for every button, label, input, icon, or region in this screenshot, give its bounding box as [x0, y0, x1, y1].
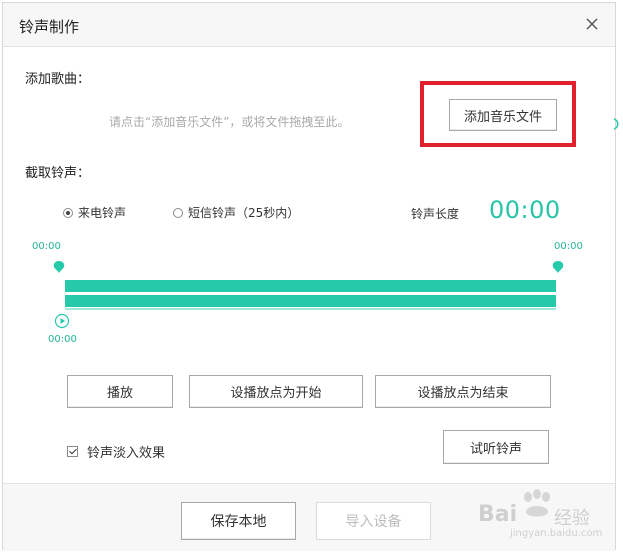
- checkbox-checked-icon: [67, 446, 78, 457]
- radio-selected-icon: [63, 207, 73, 218]
- radio-sms-label: 短信铃声（25秒内）: [188, 206, 300, 220]
- radio-unselected-icon: [173, 207, 183, 218]
- watermark-brand-suffix: 经验: [554, 508, 590, 529]
- close-icon[interactable]: [581, 13, 603, 35]
- fade-in-checkbox[interactable]: 铃声淡入效果: [67, 442, 165, 461]
- watermark-brand: Bai: [478, 502, 518, 527]
- waveform-baseline: [65, 308, 556, 310]
- trim-ringtone-label: 截取铃声：: [25, 166, 91, 181]
- radio-call-ringtone[interactable]: 来电铃声: [63, 204, 126, 221]
- set-end-button[interactable]: 设播放点为结束: [375, 375, 551, 408]
- waveform-bottom-band[interactable]: [65, 295, 556, 307]
- highlight-box: [420, 81, 576, 147]
- radio-sms-ringtone[interactable]: 短信铃声（25秒内）: [173, 204, 299, 221]
- import-device-button[interactable]: 导入设备: [316, 502, 431, 540]
- start-handle-icon[interactable]: [53, 260, 65, 274]
- ringtone-length-value: 00:00: [489, 196, 561, 224]
- end-handle-icon[interactable]: [552, 260, 564, 274]
- fade-in-label: 铃声淡入效果: [87, 446, 166, 461]
- ringtone-length-label: 铃声长度: [411, 207, 460, 221]
- end-time: 00:00: [554, 241, 583, 252]
- baidu-watermark: Bai 经验 jingyan.baidu.com: [470, 488, 620, 548]
- set-start-button[interactable]: 设播放点为开始: [189, 375, 363, 408]
- preview-ringtone-button[interactable]: 试听铃声: [443, 430, 549, 464]
- dialog-title: 铃声制作: [19, 18, 80, 36]
- add-song-label: 添加歌曲：: [25, 72, 91, 87]
- watermark-url: jingyan.baidu.com: [510, 528, 603, 539]
- title-bar: 铃声制作: [3, 3, 615, 47]
- start-time: 00:00: [32, 241, 61, 252]
- side-arrow-icon: [613, 118, 619, 130]
- drop-hint: 请点击“添加音乐文件”，或将文件拖拽至此。: [109, 115, 350, 129]
- playhead-icon[interactable]: [54, 313, 70, 329]
- play-button[interactable]: 播放: [67, 375, 173, 408]
- waveform-top-band[interactable]: [65, 280, 556, 292]
- play-time: 00:00: [48, 334, 77, 345]
- save-local-button[interactable]: 保存本地: [181, 502, 296, 540]
- radio-call-label: 来电铃声: [78, 206, 127, 220]
- paw-logo-icon: [524, 489, 550, 517]
